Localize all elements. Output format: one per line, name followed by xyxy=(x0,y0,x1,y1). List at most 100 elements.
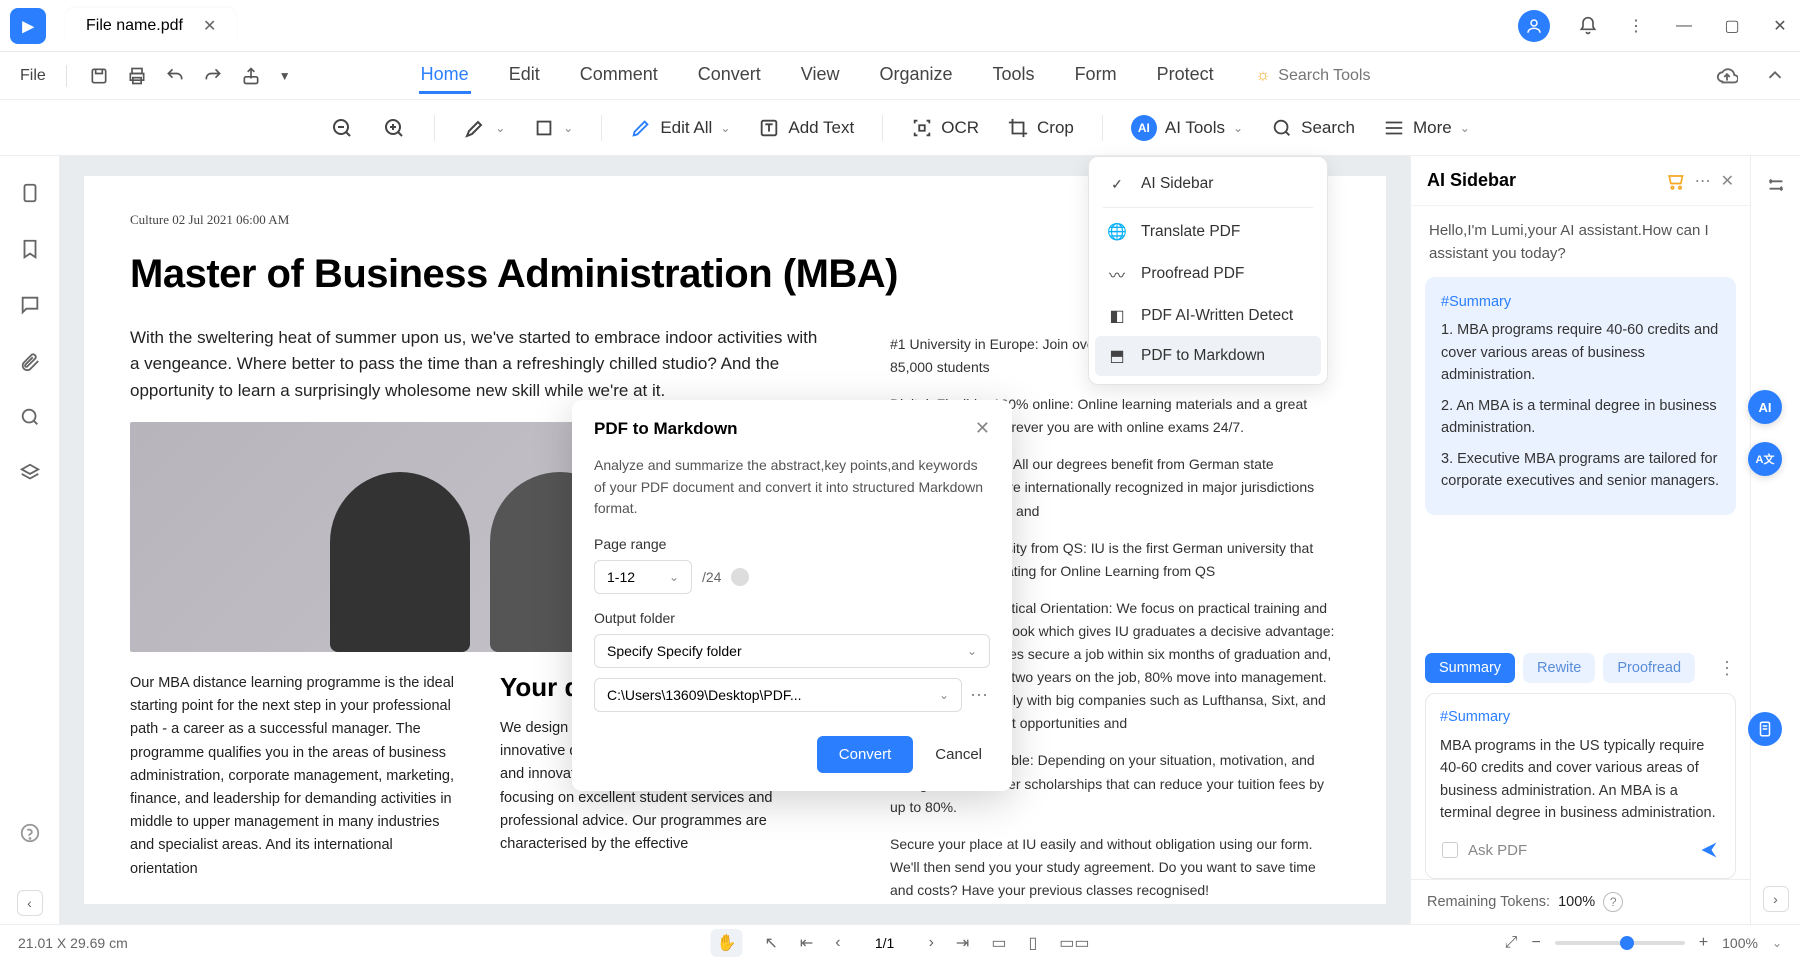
dd-translate[interactable]: 🌐Translate PDF xyxy=(1089,212,1327,252)
facing-icon[interactable]: ▭▭ xyxy=(1059,933,1089,953)
help-icon[interactable] xyxy=(19,822,41,844)
print-icon[interactable] xyxy=(127,66,147,86)
chip-proofread[interactable]: Proofread xyxy=(1603,653,1695,683)
hand-tool-icon[interactable]: ✋ xyxy=(711,929,743,957)
continuous-icon[interactable]: ▯ xyxy=(1028,933,1037,953)
modal-close-icon[interactable]: ✕ xyxy=(975,418,990,439)
float-ai-badge[interactable]: AI xyxy=(1748,390,1782,424)
bookmark-icon[interactable] xyxy=(19,238,41,260)
ask-pdf-label[interactable]: Ask PDF xyxy=(1468,839,1689,862)
ai-close-icon[interactable]: ✕ xyxy=(1721,171,1734,191)
user-avatar[interactable] xyxy=(1518,10,1550,42)
close-tab-icon[interactable]: ✕ xyxy=(203,16,216,36)
thumbnails-icon[interactable] xyxy=(19,182,41,204)
tab-view[interactable]: View xyxy=(799,58,842,94)
output-mode-select[interactable]: Specify Specify folder⌄ xyxy=(594,634,990,668)
tab-form[interactable]: Form xyxy=(1073,58,1119,94)
left-rail-collapse[interactable]: ‹ xyxy=(17,890,43,916)
ask-pdf-checkbox[interactable] xyxy=(1442,842,1458,858)
single-page-icon[interactable]: ▭ xyxy=(991,933,1006,953)
lightbulb-icon: ☼ xyxy=(1256,67,1271,85)
crop-button[interactable]: Crop xyxy=(1007,117,1074,139)
chip-summary[interactable]: Summary xyxy=(1425,653,1515,683)
edit-all-button[interactable]: Edit All⌄ xyxy=(630,117,730,139)
fit-width-icon[interactable]: ⤢ xyxy=(1505,934,1518,952)
tab-edit[interactable]: Edit xyxy=(507,58,542,94)
first-page-icon[interactable]: ⇤ xyxy=(800,933,813,953)
document-tab[interactable]: File name.pdf ✕ xyxy=(66,8,236,44)
right-rail-collapse[interactable]: › xyxy=(1763,886,1789,912)
check-icon: ✓ xyxy=(1107,176,1127,193)
modal-description: Analyze and summarize the abstract,key p… xyxy=(594,455,990,520)
page-input[interactable] xyxy=(863,935,907,951)
comment-icon[interactable] xyxy=(19,294,41,316)
dropdown-caret-icon[interactable]: ▼ xyxy=(279,69,291,83)
search-button[interactable]: Search xyxy=(1271,117,1355,139)
save-icon[interactable] xyxy=(89,66,109,86)
last-page-icon[interactable]: ⇥ xyxy=(956,933,969,953)
search-rail-icon[interactable] xyxy=(19,406,41,428)
zoom-in-sb-icon[interactable]: + xyxy=(1699,934,1708,952)
search-tools-input[interactable] xyxy=(1278,67,1408,85)
layers-icon[interactable] xyxy=(19,462,41,484)
bell-icon[interactable] xyxy=(1578,16,1598,36)
zoom-out-sb-icon[interactable]: − xyxy=(1531,934,1540,952)
dd-markdown[interactable]: ⬒PDF to Markdown xyxy=(1095,336,1321,376)
redo-icon[interactable] xyxy=(203,66,223,86)
attachment-icon[interactable] xyxy=(19,350,41,372)
tab-comment[interactable]: Comment xyxy=(578,58,660,94)
chip-rewrite[interactable]: Rewite xyxy=(1523,653,1595,683)
chip-more-icon[interactable]: ⋮ xyxy=(1718,658,1736,679)
cloud-upload-icon[interactable] xyxy=(1716,65,1738,87)
properties-icon[interactable] xyxy=(1765,174,1787,196)
dd-ai-sidebar[interactable]: ✓AI Sidebar xyxy=(1089,165,1327,203)
maximize-icon[interactable]: ▢ xyxy=(1722,16,1742,36)
more-button[interactable]: More⌄ xyxy=(1383,117,1470,139)
tab-home[interactable]: Home xyxy=(419,58,471,94)
top-tabs: Home Edit Comment Convert View Organize … xyxy=(419,58,1216,94)
ai-tools-dropdown: ✓AI Sidebar 🌐Translate PDF 〰Proofread PD… xyxy=(1088,156,1328,385)
search-tools[interactable]: ☼ xyxy=(1256,67,1409,85)
prev-page-icon[interactable]: ‹ xyxy=(835,934,840,952)
tab-protect[interactable]: Protect xyxy=(1155,58,1216,94)
zoom-out-button[interactable] xyxy=(330,116,354,140)
share-icon[interactable] xyxy=(241,66,261,86)
ocr-button[interactable]: OCR xyxy=(911,117,979,139)
close-window-icon[interactable]: ✕ xyxy=(1770,16,1790,36)
cancel-button[interactable]: Cancel xyxy=(927,736,990,773)
summary-hashtag: #Summary xyxy=(1441,291,1720,313)
float-translate-badge[interactable]: A文 xyxy=(1748,442,1782,476)
range-radio[interactable] xyxy=(731,568,749,586)
ai-more-icon[interactable]: ⋯ xyxy=(1695,171,1711,191)
translate-icon: 🌐 xyxy=(1107,222,1127,242)
select-tool-icon[interactable]: ↖ xyxy=(764,933,777,953)
minimize-icon[interactable]: — xyxy=(1674,16,1694,36)
tab-convert[interactable]: Convert xyxy=(696,58,763,94)
ai-tools-button[interactable]: AIAI Tools⌄ xyxy=(1131,115,1243,141)
float-doc-badge[interactable] xyxy=(1748,712,1782,746)
next-page-icon[interactable]: › xyxy=(929,934,934,952)
zoom-in-button[interactable] xyxy=(382,116,406,140)
send-icon[interactable] xyxy=(1699,840,1719,860)
proofread-icon: 〰 xyxy=(1107,262,1127,286)
cart-icon[interactable] xyxy=(1665,171,1685,191)
dd-ai-detect[interactable]: ◧PDF AI-Written Detect xyxy=(1089,296,1327,336)
output-path-select[interactable]: C:\Users\13609\Desktop\PDF...⌄ xyxy=(594,678,962,712)
zoom-slider[interactable] xyxy=(1555,941,1685,945)
browse-icon[interactable]: ⋯ xyxy=(970,685,990,706)
kebab-menu-icon[interactable]: ⋮ xyxy=(1626,16,1646,36)
ai-detect-icon: ◧ xyxy=(1107,306,1127,326)
dd-proofread[interactable]: 〰Proofread PDF xyxy=(1089,252,1327,296)
file-menu[interactable]: File xyxy=(14,67,52,85)
add-text-button[interactable]: Add Text xyxy=(758,117,854,139)
collapse-ribbon-icon[interactable] xyxy=(1764,65,1786,87)
undo-icon[interactable] xyxy=(165,66,185,86)
highlight-button[interactable]: ⌄ xyxy=(463,116,505,140)
shape-button[interactable]: ⌄ xyxy=(533,117,573,139)
tab-tools[interactable]: Tools xyxy=(991,58,1037,94)
tokens-help-icon[interactable]: ? xyxy=(1603,892,1623,912)
convert-button[interactable]: Convert xyxy=(817,736,914,773)
page-range-select[interactable]: 1-12⌄ xyxy=(594,560,692,594)
tab-organize[interactable]: Organize xyxy=(877,58,954,94)
zoom-dropdown-icon[interactable]: ⌄ xyxy=(1772,936,1782,950)
